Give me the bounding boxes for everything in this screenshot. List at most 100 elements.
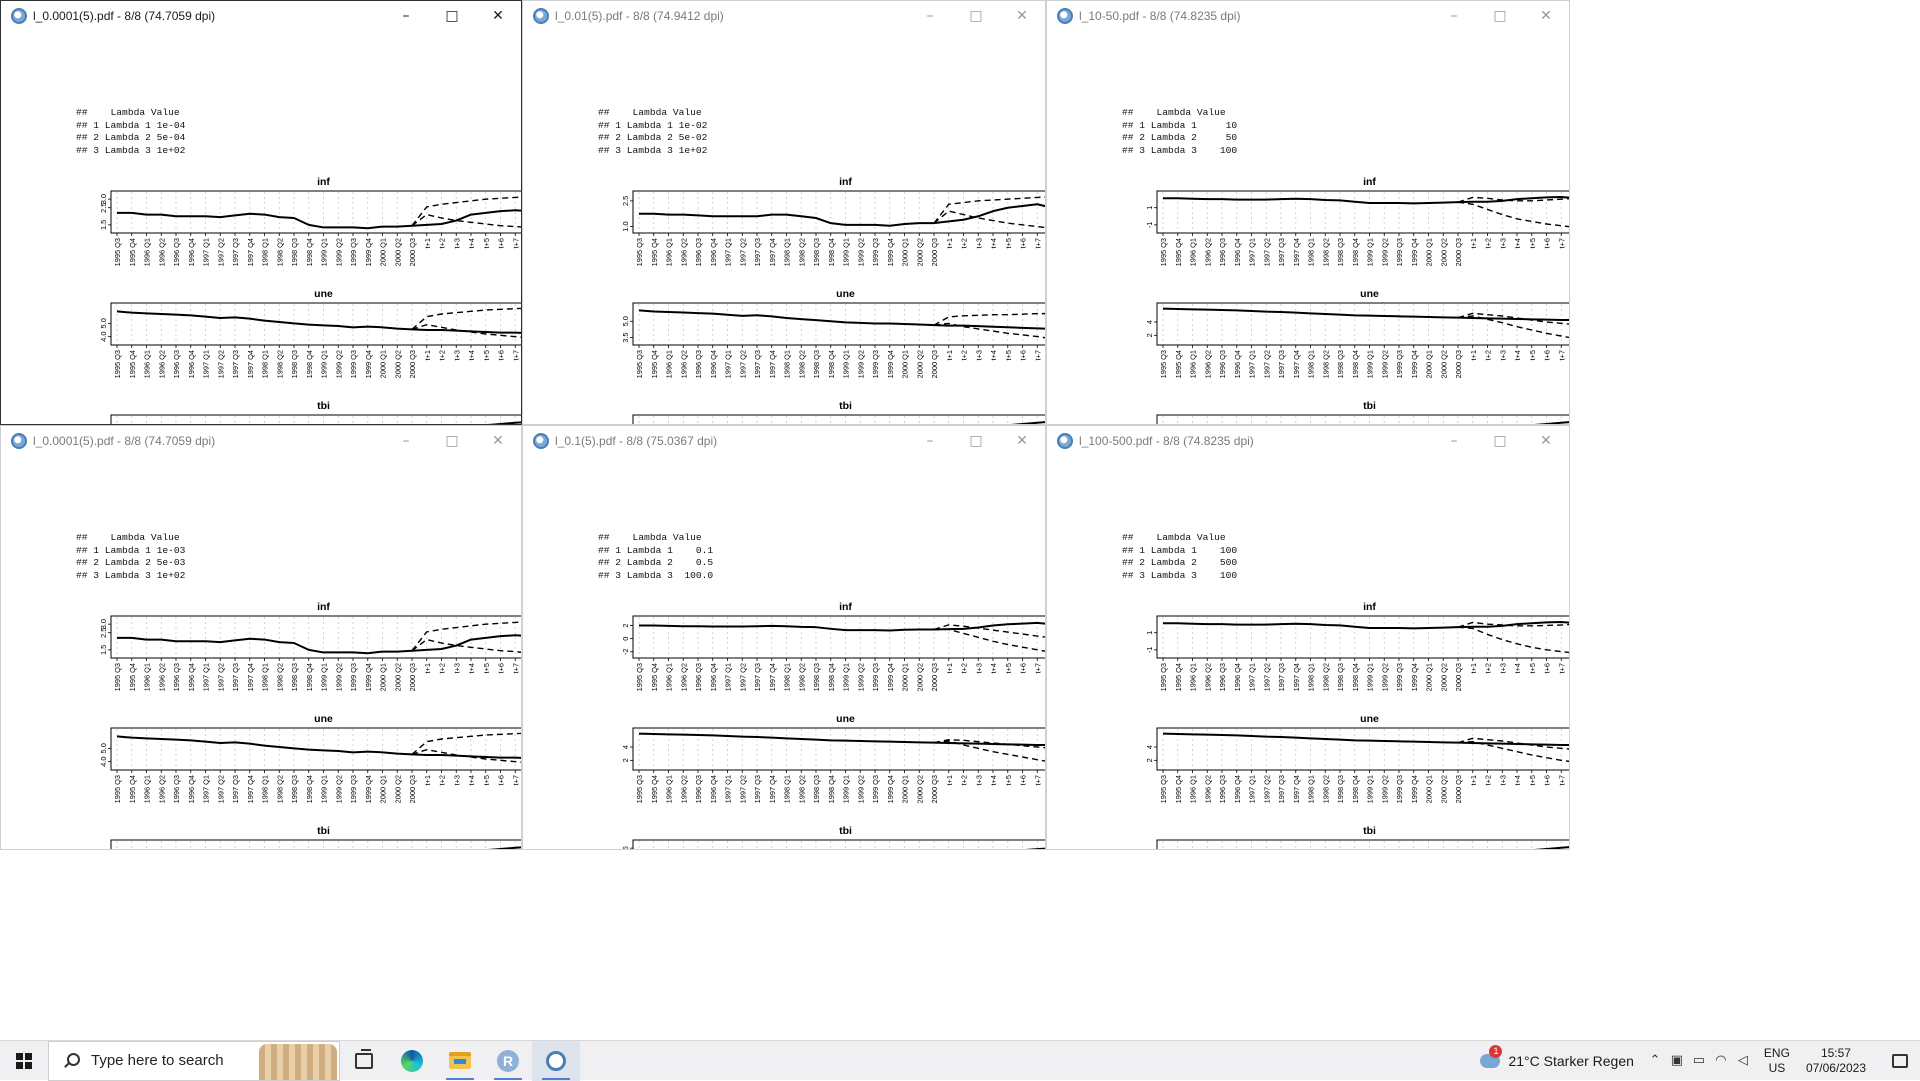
x-tick-label: 1997 Q4: [246, 775, 255, 803]
close-icon[interactable]: ✕: [1523, 426, 1569, 456]
x-tick-label: 1999 Q3: [1395, 238, 1404, 266]
x-tick-label: 1997 Q4: [246, 663, 255, 691]
x-tick-label: 1998 Q2: [797, 350, 806, 378]
x-tick-label: 1997 Q4: [768, 663, 777, 691]
pdf-viewer-window[interactable]: l_0.01(5).pdf - 8/8 (74.9412 dpi)–□✕## L…: [522, 0, 1046, 425]
maximize-icon[interactable]: □: [429, 1, 475, 31]
taskbar-sumatra-pdf[interactable]: [532, 1041, 580, 1081]
panel-inf: inf1995 Q31995 Q41996 Q11996 Q21996 Q319…: [1145, 601, 1570, 691]
x-tick-label: 1996 Q3: [694, 350, 703, 378]
x-tick-label: 1997 Q1: [1248, 350, 1257, 378]
lower-band-line: [934, 629, 1046, 652]
taskbar-edge[interactable]: [388, 1041, 436, 1081]
x-tick-label: 1997 Q2: [216, 663, 225, 691]
y-tick-label: 5.0: [621, 316, 630, 326]
x-tick-label: 1999 Q2: [1380, 663, 1389, 691]
x-tick-label: t+3: [452, 350, 461, 360]
pdf-viewer-window[interactable]: l_10-50.pdf - 8/8 (74.8235 dpi)–□✕## Lam…: [1046, 0, 1570, 425]
x-tick-label: 1997 Q3: [1277, 350, 1286, 378]
y-tick-label: 4.0: [99, 757, 108, 767]
x-tick-label: 1997 Q2: [1262, 663, 1271, 691]
minimize-icon[interactable]: –: [383, 1, 429, 31]
taskbar-file-explorer[interactable]: [436, 1041, 484, 1081]
y-tick-label: 2.5: [621, 196, 630, 206]
notification-center-button[interactable]: [1880, 1041, 1920, 1081]
x-tick-label: 1998 Q2: [1321, 238, 1330, 266]
series-line: [639, 848, 1046, 850]
panel-une: une1995 Q31995 Q41996 Q11996 Q21996 Q319…: [1145, 288, 1570, 378]
x-tick-label: 1996 Q4: [187, 775, 196, 803]
x-tick-label: 1997 Q4: [768, 350, 777, 378]
x-tick-label: 1996 Q2: [679, 775, 688, 803]
window-titlebar[interactable]: l_0.1(5).pdf - 8/8 (75.0367 dpi)–□✕: [523, 426, 1045, 456]
pdf-viewer-window[interactable]: l_0.1(5).pdf - 8/8 (75.0367 dpi)–□✕## La…: [522, 425, 1046, 850]
x-tick-label: 1998 Q1: [783, 663, 792, 691]
plot-frame: [633, 415, 1046, 425]
x-tick-label: t+5: [482, 663, 491, 673]
pdf-viewer-window[interactable]: l_0.0001(5).pdf - 8/8 (74.7059 dpi)–□✕##…: [0, 0, 522, 425]
taskbar-r[interactable]: R: [484, 1041, 532, 1081]
caption-buttons: –□✕: [907, 1, 1045, 31]
wifi-icon[interactable]: ◠: [1710, 1053, 1732, 1068]
x-tick-label: t+7: [1557, 238, 1566, 248]
start-button[interactable]: [0, 1041, 48, 1081]
close-icon[interactable]: ✕: [475, 426, 521, 456]
language-indicator[interactable]: ENG US: [1764, 1046, 1790, 1076]
panel-une: une1995 Q31995 Q41996 Q11996 Q21996 Q319…: [1145, 713, 1570, 803]
plot-frame: [111, 415, 522, 425]
x-tick-label: 1998 Q2: [1321, 663, 1330, 691]
minimize-icon[interactable]: –: [907, 426, 953, 456]
x-tick-label: 1996 Q2: [1203, 238, 1212, 266]
chevron-up-icon[interactable]: ⌃: [1644, 1053, 1666, 1068]
x-tick-label: 1996 Q3: [1218, 350, 1227, 378]
x-tick-label: 1999 Q2: [334, 350, 343, 378]
minimize-icon[interactable]: –: [907, 1, 953, 31]
x-tick-label: t+6: [1019, 775, 1028, 785]
close-icon[interactable]: ✕: [475, 1, 521, 31]
close-icon[interactable]: ✕: [999, 426, 1045, 456]
x-tick-label: 1996 Q4: [709, 350, 718, 378]
upper-band-line: [412, 733, 522, 754]
minimize-icon[interactable]: –: [383, 426, 429, 456]
maximize-icon[interactable]: □: [953, 1, 999, 31]
task-view-button[interactable]: [340, 1041, 388, 1081]
window-titlebar[interactable]: l_0.0001(5).pdf - 8/8 (74.7059 dpi)–□✕: [1, 426, 521, 456]
maximize-icon[interactable]: □: [1477, 1, 1523, 31]
y-tick-label: 1.0: [621, 221, 630, 231]
maximize-icon[interactable]: □: [429, 426, 475, 456]
window-titlebar[interactable]: l_10-50.pdf - 8/8 (74.8235 dpi)–□✕: [1047, 1, 1569, 31]
x-tick-label: 1999 Q3: [871, 350, 880, 378]
close-icon[interactable]: ✕: [999, 1, 1045, 31]
window-titlebar[interactable]: l_0.01(5).pdf - 8/8 (74.9412 dpi)–□✕: [523, 1, 1045, 31]
x-tick-label: 1997 Q1: [724, 238, 733, 266]
x-tick-label: 1996 Q1: [143, 663, 152, 691]
caption-buttons: –□✕: [907, 426, 1045, 456]
x-tick-label: 1996 Q1: [665, 775, 674, 803]
x-tick-label: t+3: [1498, 238, 1507, 248]
clock[interactable]: 15:57 07/06/2023: [1806, 1046, 1866, 1076]
x-tick-label: 1997 Q3: [231, 238, 240, 266]
lower-band-line: [1458, 627, 1570, 653]
notification-icon: [1892, 1054, 1908, 1068]
battery-icon[interactable]: ▭: [1688, 1053, 1710, 1068]
device-icon[interactable]: ▣: [1666, 1053, 1688, 1068]
maximize-icon[interactable]: □: [1477, 426, 1523, 456]
window-titlebar[interactable]: l_0.0001(5).pdf - 8/8 (74.7059 dpi)–□✕: [1, 1, 521, 31]
pdf-viewer-window[interactable]: l_0.0001(5).pdf - 8/8 (74.7059 dpi)–□✕##…: [0, 425, 522, 850]
panel-inf: inf1995 Q31995 Q41996 Q11996 Q21996 Q319…: [99, 601, 522, 691]
maximize-icon[interactable]: □: [953, 426, 999, 456]
forecast-plots: inf1995 Q31995 Q41996 Q11996 Q21996 Q319…: [1047, 31, 1570, 425]
x-tick-label: t+6: [1543, 238, 1552, 248]
panel-une: une1995 Q31995 Q41996 Q11996 Q21996 Q319…: [621, 288, 1046, 378]
minimize-icon[interactable]: –: [1431, 1, 1477, 31]
weather-widget[interactable]: 1 21°C Starker Regen: [1480, 1053, 1633, 1069]
pdf-viewer-window[interactable]: l_100-500.pdf - 8/8 (74.8235 dpi)–□✕## L…: [1046, 425, 1570, 850]
close-icon[interactable]: ✕: [1523, 1, 1569, 31]
taskbar-search-box[interactable]: Type here to search: [48, 1041, 340, 1081]
minimize-icon[interactable]: –: [1431, 426, 1477, 456]
x-tick-label: 1998 Q2: [797, 775, 806, 803]
window-titlebar[interactable]: l_100-500.pdf - 8/8 (74.8235 dpi)–□✕: [1047, 426, 1569, 456]
panel-tbi: tbi1995 Q31995 Q41996 Q11996 Q21996 Q319…: [99, 825, 522, 850]
speaker-icon[interactable]: ◁: [1732, 1053, 1754, 1068]
x-tick-label: t+2: [960, 775, 969, 785]
